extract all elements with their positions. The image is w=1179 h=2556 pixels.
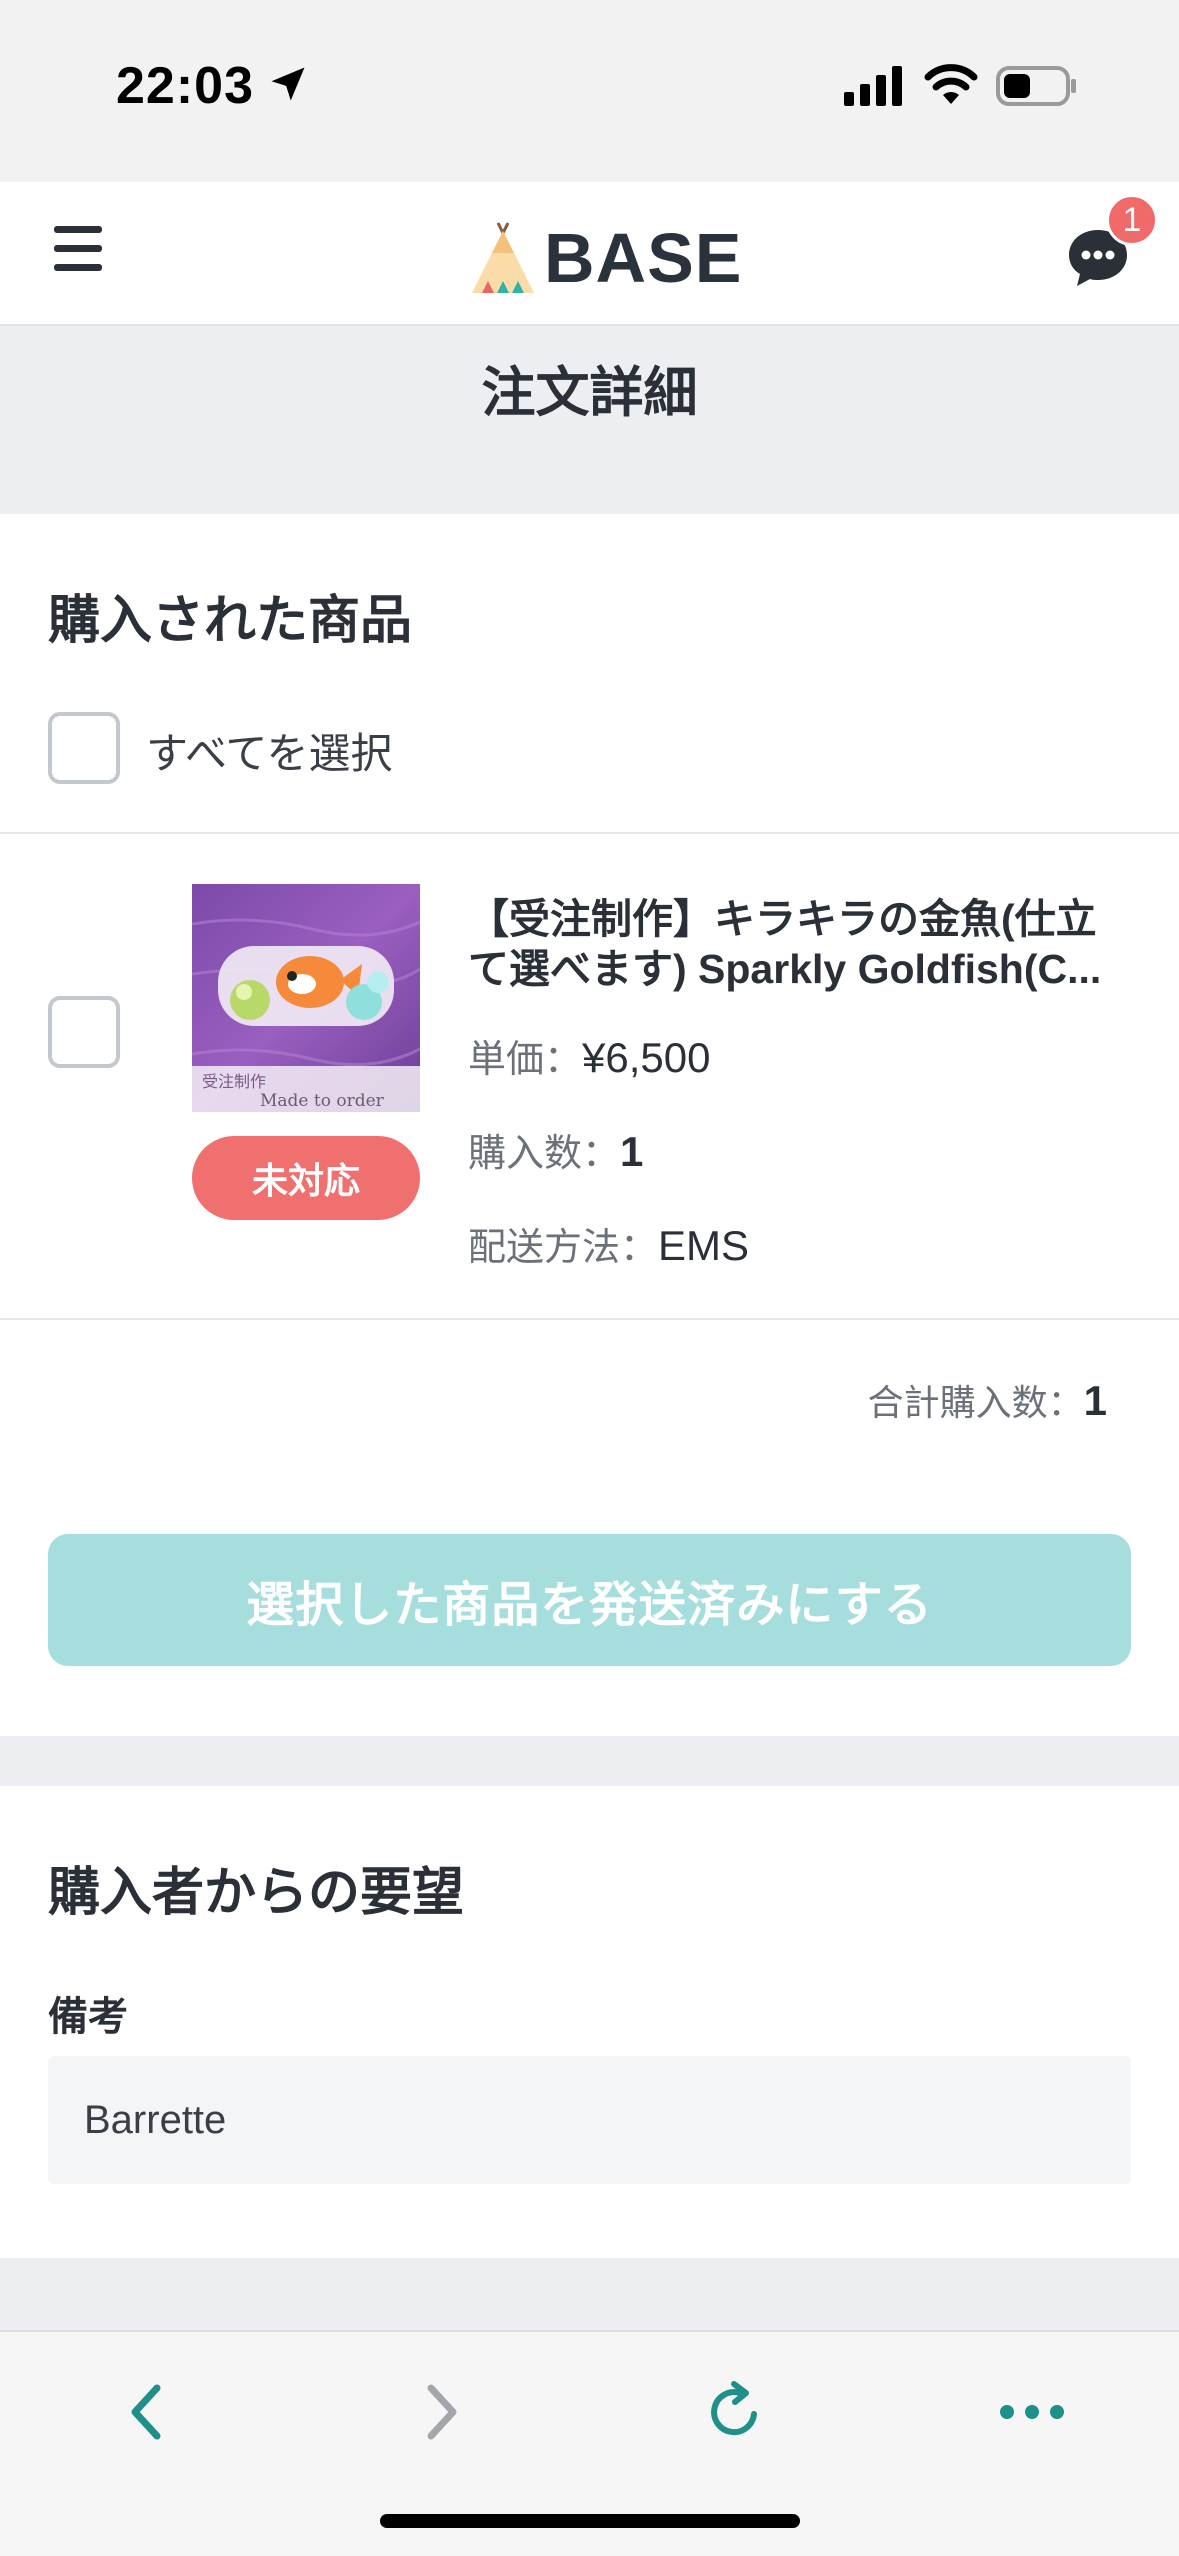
unit-price-label: 単価： [468,1039,583,1081]
unit-price-value: ¥6,500 [582,1034,711,1081]
home-indicator[interactable] [380,2514,800,2528]
wifi-icon [924,64,978,104]
logo-text: BASE [544,219,743,297]
buyer-request-section: 購入者からの要望 備考 Barrette [0,1786,1179,2258]
back-button[interactable] [108,2372,188,2452]
item-checkbox[interactable] [48,996,120,1068]
product-name-line-2: て選べます) Sparkly Goldfish(C... [468,946,1102,992]
buyer-request-heading: 購入者からの要望 [48,1864,465,1922]
mark-as-shipped-button[interactable]: 選択した商品を発送済みにする [48,1534,1131,1666]
app-header: BASE [0,182,1179,326]
product-name[interactable]: 【受注制作】キラキラの金魚(仕立 て選べます) Sparkly Goldfish… [468,894,1138,994]
goldfish-product-image: 受注制作 Made to order [192,884,420,1112]
select-all-checkbox[interactable] [48,712,120,784]
quantity-label: 購入数： [468,1133,621,1175]
status-badge: 未対応 [192,1136,420,1220]
image-caption-en: Made to order [260,1091,385,1111]
chevron-right-icon [427,2384,457,2440]
total-quantity-row: 合計購入数： 1 [868,1374,1107,1426]
shipping-method-row: 配送方法： EMS [468,1216,749,1271]
reload-button[interactable] [696,2372,776,2452]
cellular-signal-icon [844,66,902,106]
image-caption-ja: 受注制作 [202,1072,266,1091]
status-time: 22:03 [116,57,254,115]
select-all-label: すべてを選択 [146,730,393,777]
title-band: 注文詳細 [0,328,1179,514]
more-dots-icon [1000,2405,1064,2419]
reload-icon [711,2381,757,2436]
location-arrow-icon [271,67,305,101]
forward-button[interactable] [400,2372,480,2452]
chat-unread-badge: 1 [1106,194,1158,246]
remarks-label: 備考 [48,1995,128,2039]
page-title: 注文詳細 [481,363,698,423]
teepee-logo-icon [472,222,534,293]
status-bar: 22:03 [0,0,1179,182]
purchased-items-section: 購入された商品 すべてを選択 受注制作 Made to order 未対応 【受… [0,514,1179,1736]
divider [0,1318,1179,1320]
shipping-method-label: 配送方法： [468,1227,659,1269]
hamburger-menu-icon[interactable] [54,226,102,280]
chevron-left-icon [131,2384,161,2440]
purchased-heading: 購入された商品 [48,592,413,650]
divider [0,832,1179,834]
battery-icon [996,66,1076,106]
unit-price-row: 単価： ¥6,500 [468,1028,710,1083]
total-quantity-label: 合計購入数： [867,1382,1084,1423]
quantity-row: 購入数： 1 [468,1122,643,1177]
product-thumbnail[interactable]: 受注制作 Made to order [192,884,420,1112]
remarks-value: Barrette [48,2056,1131,2184]
quantity-value: 1 [620,1128,644,1175]
more-options-button[interactable] [992,2372,1072,2452]
base-logo[interactable]: BASE [468,218,742,298]
shipping-method-value: EMS [658,1222,750,1269]
total-quantity-value: 1 [1083,1377,1107,1424]
product-name-line-1: 【受注制作】キラキラの金魚(仕立 [468,896,1097,942]
